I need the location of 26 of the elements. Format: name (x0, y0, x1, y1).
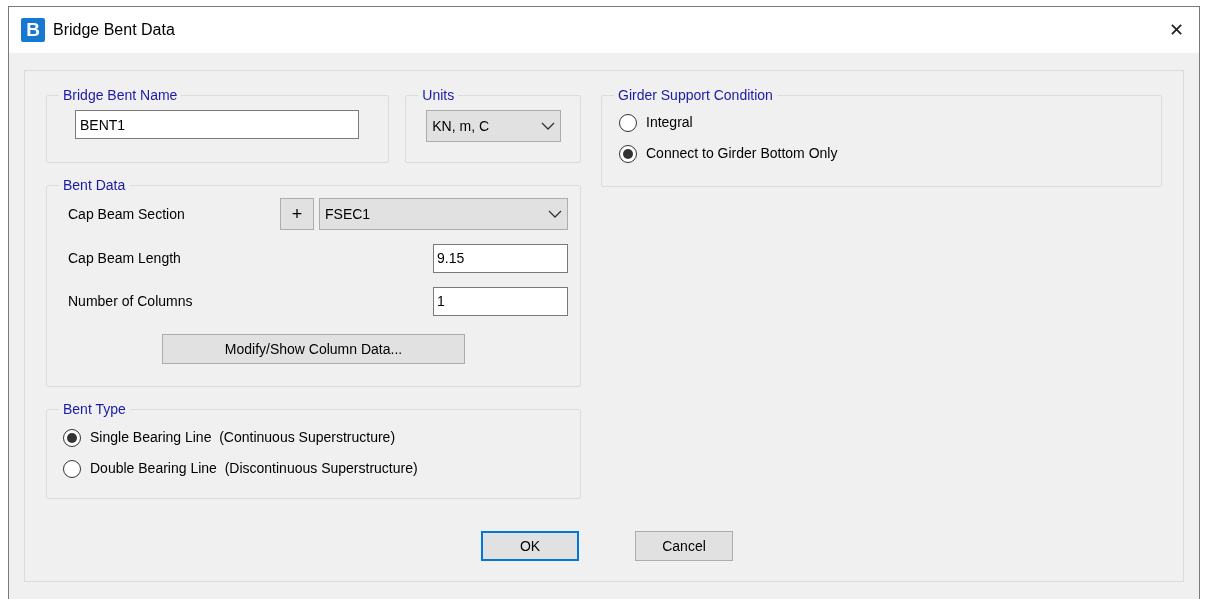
chevron-down-icon (541, 122, 556, 130)
app-icon: B (21, 18, 45, 42)
length-field[interactable]: 9.15 (433, 243, 568, 273)
column-data-button[interactable]: Modify/Show Column Data... (162, 334, 465, 364)
columns-field[interactable]: 1 (433, 286, 568, 316)
units-dropdown[interactable]: KN, m, C (426, 110, 562, 142)
radio-option[interactable]: Integral (619, 107, 693, 138)
dialog-button[interactable]: Cancel (635, 531, 733, 561)
dialog-button[interactable]: OK (481, 531, 579, 561)
field-label: Cap Beam Section (68, 204, 185, 224)
window-title: Bridge Bent Data (53, 20, 175, 40)
radio-option[interactable]: Single Bearing Line (Continuous Superstructure) (63, 422, 396, 453)
name-field[interactable]: BENT1 (75, 110, 359, 139)
add-section-button[interactable]: + (280, 198, 314, 230)
group-title: Bent Data (62, 176, 127, 195)
section-dropdown[interactable]: FSEC1 (319, 198, 568, 230)
group-title: Units (421, 86, 456, 105)
field-label: Number of Columns (68, 291, 193, 311)
chevron-down-icon (548, 210, 562, 218)
close-button[interactable]: ✕ (1153, 7, 1199, 53)
group-title: Girder Support Condition (617, 86, 774, 105)
radio-option[interactable]: Connect to Girder Bottom Only (619, 138, 838, 169)
field-label: Cap Beam Length (68, 248, 181, 268)
group-title: Bridge Bent Name (62, 86, 179, 105)
radio-option[interactable]: Double Bearing Line (Discontinuous Superstructure) (63, 453, 418, 484)
group-title: Bent Type (62, 400, 127, 419)
